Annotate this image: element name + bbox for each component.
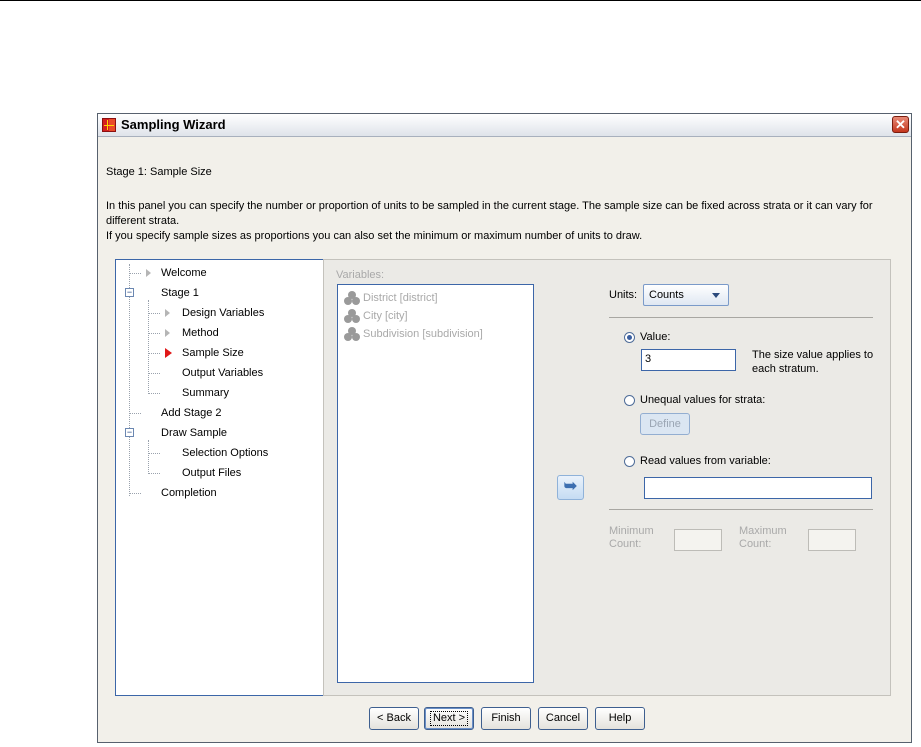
units-label: Units: [609,289,638,301]
collapse-icon[interactable]: − [125,428,134,437]
maximum-count-label-line-1: Maximum [739,525,787,537]
back-button[interactable]: < Back [369,707,419,730]
title-bar: Sampling Wizard ✕ [98,114,911,137]
tree-item-label: Draw Sample [161,427,228,439]
page-top-rule [0,0,921,1]
help-button[interactable]: Help [595,707,645,730]
tree-item-label: Completion [161,487,217,499]
variable-label: Subdivision [subdivision] [363,328,483,340]
finish-button-label: Finish [491,712,521,724]
back-button-label: < Back [377,712,411,724]
units-selected-value: Counts [649,289,684,301]
close-button[interactable]: ✕ [892,116,909,133]
variables-label: Variables: [336,269,385,281]
tree-item-selection-options[interactable]: Selection Options [116,444,336,462]
minimum-count-input[interactable] [674,529,722,551]
window-title: Sampling Wizard [121,117,226,132]
maximum-count-label-line-2: Count: [739,538,772,550]
tree-item-label: Welcome [161,267,207,279]
minimum-count-label: Minimum Count: [609,525,654,551]
help-button-label: Help [608,712,632,724]
sample-size-panel: Variables: District [district] City [cit… [323,259,891,696]
tree-item-welcome[interactable]: Welcome [116,264,336,282]
step-arrow-icon [146,269,151,277]
tree-item-output-variables[interactable]: Output Variables [116,364,336,382]
divider [609,509,873,510]
tree-item-label: Method [182,327,219,339]
divider [609,317,873,318]
define-button[interactable]: Define [640,413,690,435]
tree-item-add-stage-2[interactable]: Add Stage 2 [116,404,336,422]
collapse-icon[interactable]: − [125,288,134,297]
cancel-button[interactable]: Cancel [538,707,588,730]
variable-label: District [district] [363,292,438,304]
step-arrow-icon [165,309,170,317]
read-from-variable-radio[interactable] [624,456,635,467]
unequal-values-label: Unequal values for strata: [640,394,766,406]
wizard-steps-tree: Welcome − Stage 1 Design Variables Metho… [115,259,342,696]
nominal-variable-icon [344,291,360,305]
value-input[interactable]: 3 [641,349,736,371]
chevron-down-icon [712,293,720,298]
tree-item-label: Summary [182,387,230,399]
value-label: Value: [640,331,671,343]
move-variable-button[interactable]: ➥ [557,475,584,500]
sampling-wizard-dialog: Sampling Wizard ✕ Stage 1: Sample Size I… [97,113,912,743]
finish-button[interactable]: Finish [481,707,531,730]
value-note: The size value applies to each stratum. [752,349,874,375]
cancel-button-label: Cancel [545,712,581,724]
tree-item-completion[interactable]: Completion [116,484,336,502]
next-button[interactable]: Next > [424,707,474,730]
maximum-count-label: Maximum Count: [739,525,787,551]
minimum-count-label-line-1: Minimum [609,525,654,537]
tree-item-output-files[interactable]: Output Files [116,464,336,482]
variable-label: City [city] [363,310,408,322]
tree-item-stage-1[interactable]: − Stage 1 [116,284,336,302]
maximum-count-input[interactable] [808,529,856,551]
tree-item-label: Design Variables [182,307,265,319]
tree-item-label: Stage 1 [161,287,199,299]
description-line-1: In this panel you can specify the number… [106,200,873,227]
description-line-2: If you specify sample sizes as proportio… [106,230,643,242]
tree-item-draw-sample[interactable]: − Draw Sample [116,424,336,442]
step-arrow-icon [165,329,170,337]
read-from-variable-label: Read values from variable: [640,455,771,467]
read-variable-input[interactable] [644,477,872,499]
nominal-variable-icon [344,327,360,341]
tree-item-summary[interactable]: Summary [116,384,336,402]
tree-item-method[interactable]: Method [116,324,336,342]
next-button-label: Next > [429,711,469,726]
app-grid-icon [102,118,116,132]
tree-item-label: Output Variables [182,367,264,379]
variables-list[interactable]: District [district] City [city] Subdivis… [337,284,534,683]
current-step-arrow-icon [165,348,172,358]
stage-heading: Stage 1: Sample Size [106,166,212,178]
minimum-count-label-line-2: Count: [609,538,642,550]
nominal-variable-icon [344,309,360,323]
tree-item-label: Output Files [182,467,242,479]
tree-item-design-variables[interactable]: Design Variables [116,304,336,322]
tree-item-label: Add Stage 2 [161,407,222,419]
tree-item-label: Sample Size [182,347,244,359]
units-dropdown[interactable]: Counts [643,284,729,306]
tree-item-sample-size[interactable]: Sample Size [116,344,336,362]
panel-description: In this panel you can specify the number… [106,199,906,244]
unequal-values-radio[interactable] [624,395,635,406]
tree-item-label: Selection Options [182,447,269,459]
value-radio[interactable] [624,332,635,343]
